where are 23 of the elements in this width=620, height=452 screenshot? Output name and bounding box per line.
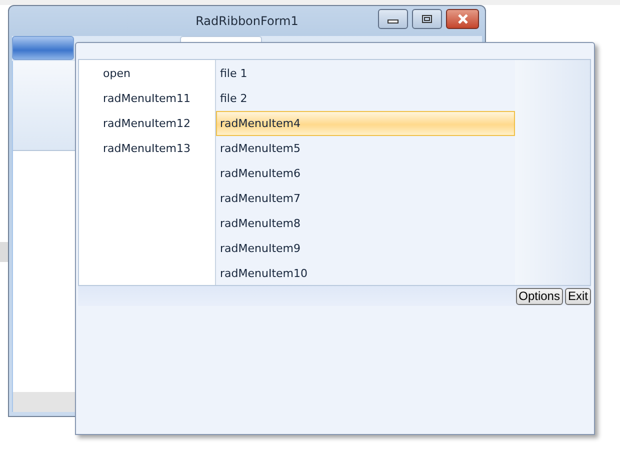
window-title: RadRibbonForm1 [196, 14, 298, 28]
recent-item[interactable]: file 1 [216, 61, 515, 86]
application-menu-button[interactable] [12, 36, 74, 60]
minimize-button[interactable] [378, 9, 408, 29]
menu-item[interactable]: open [79, 61, 215, 86]
recent-item[interactable]: radMenuItem8 [216, 211, 515, 236]
recent-item[interactable]: radMenuItem7 [216, 186, 515, 211]
recent-item[interactable]: file 2 [216, 86, 515, 111]
menu-item[interactable]: radMenuItem11 [79, 86, 215, 111]
recent-item[interactable]: radMenuItem6 [216, 161, 515, 186]
maximize-button[interactable] [412, 9, 442, 29]
recent-item[interactable]: radMenuItem9 [216, 236, 515, 261]
footer-button[interactable]: Options [516, 288, 563, 304]
menu-item[interactable]: radMenuItem13 [79, 136, 215, 161]
footer-button[interactable]: Exit [564, 288, 591, 304]
recent-item[interactable]: radMenuItem4 [216, 111, 515, 136]
recent-item[interactable]: radMenuItem10 [216, 261, 515, 286]
close-icon [456, 14, 468, 24]
recent-item[interactable]: radMenuItem5 [216, 136, 515, 161]
maximize-icon [421, 14, 433, 24]
menu-item[interactable]: radMenuItem12 [79, 111, 215, 136]
status-strip [13, 392, 75, 412]
close-button[interactable] [446, 9, 479, 29]
